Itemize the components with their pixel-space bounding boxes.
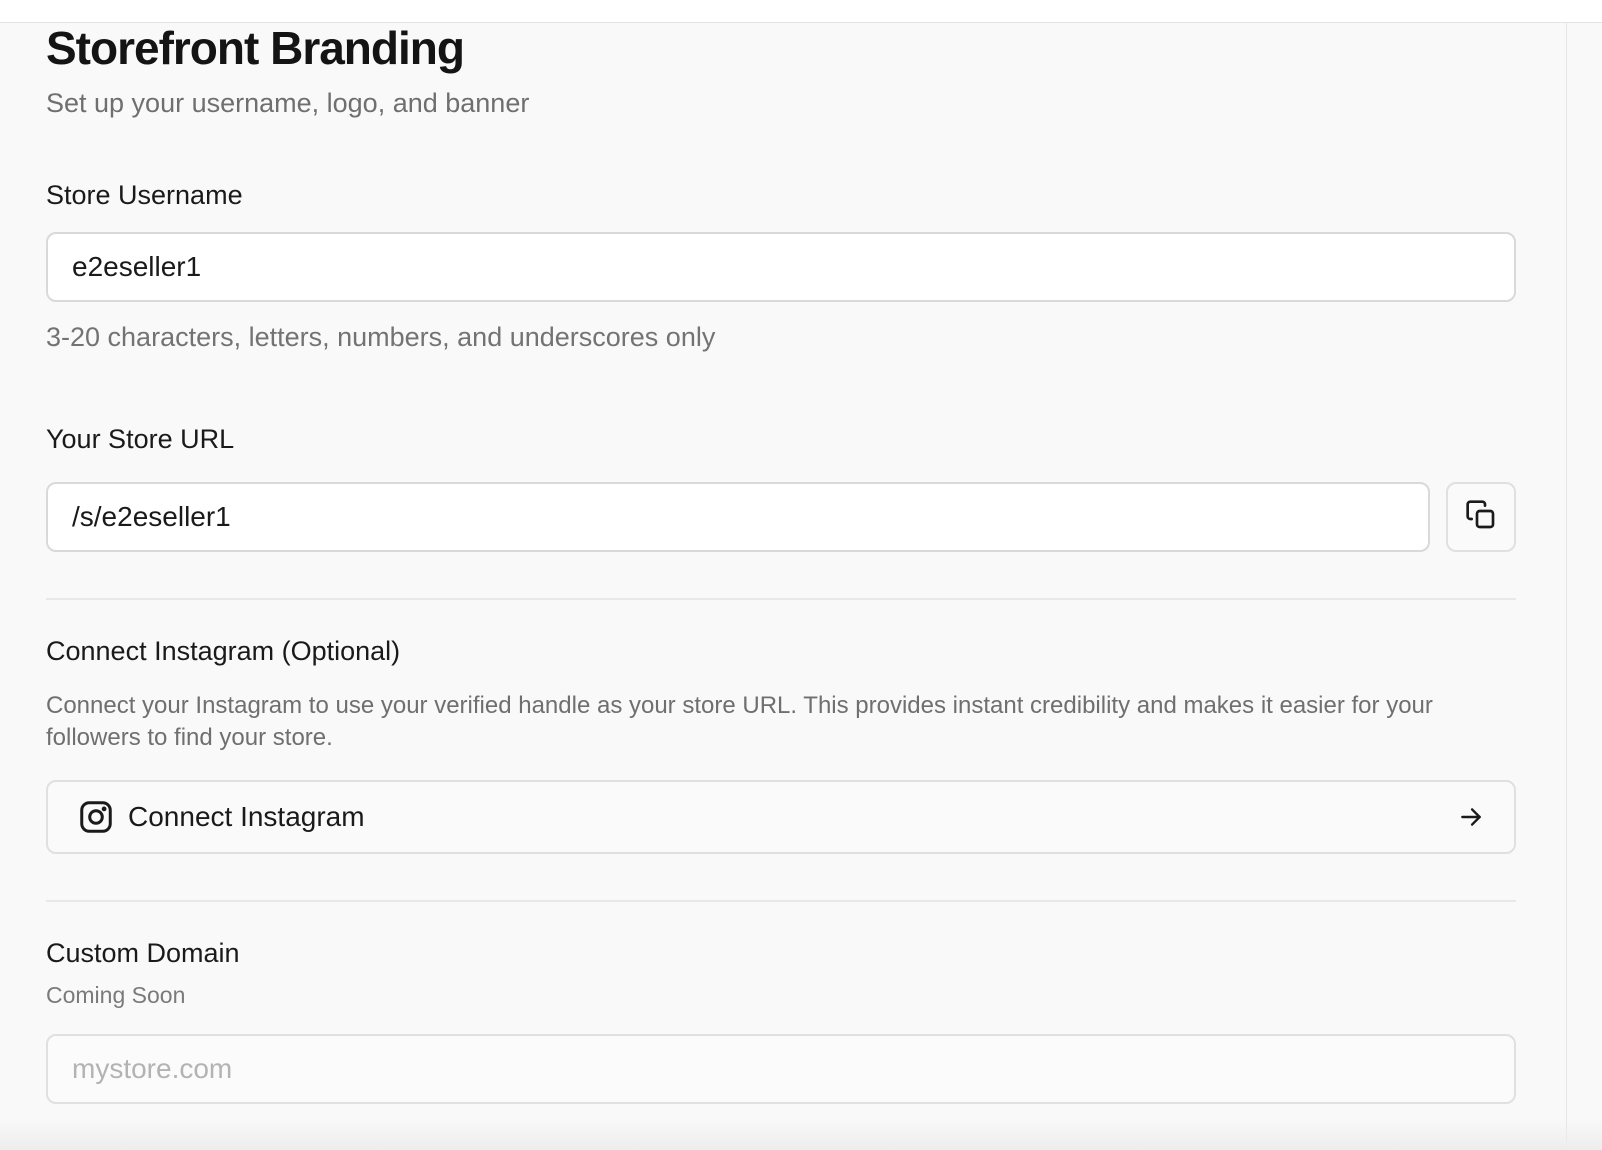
top-bar (0, 0, 1602, 23)
store-url-row (46, 482, 1516, 552)
instagram-description: Connect your Instagram to use your verif… (46, 692, 1433, 751)
coming-soon-text: Coming Soon (46, 982, 186, 1008)
scroll-edge (1566, 22, 1567, 1150)
section-divider (46, 900, 1516, 902)
storefront-branding-section: Storefront Branding Set up your username… (46, 22, 1516, 1104)
custom-domain-label: Custom Domain (46, 938, 240, 968)
custom-domain-input[interactable] (46, 1034, 1516, 1104)
instagram-icon (78, 799, 114, 835)
store-username-input[interactable] (46, 232, 1516, 302)
store-username-hint: 3-20 characters, letters, numbers, and u… (46, 322, 716, 352)
instagram-section-title: Connect Instagram (Optional) (46, 636, 401, 666)
connect-instagram-button[interactable]: Connect Instagram (46, 780, 1516, 854)
connect-instagram-label: Connect Instagram (128, 801, 365, 832)
arrow-right-icon (1458, 804, 1484, 830)
page-subtitle: Set up your username, logo, and banner (46, 88, 530, 118)
store-url-field[interactable] (46, 482, 1430, 552)
copy-icon (1465, 499, 1497, 536)
bottom-fade (0, 1118, 1602, 1150)
section-divider (46, 598, 1516, 600)
copy-url-button[interactable] (1446, 482, 1516, 552)
store-username-label: Store Username (46, 180, 243, 210)
page-title: Storefront Branding (46, 22, 465, 74)
store-url-label: Your Store URL (46, 424, 235, 454)
